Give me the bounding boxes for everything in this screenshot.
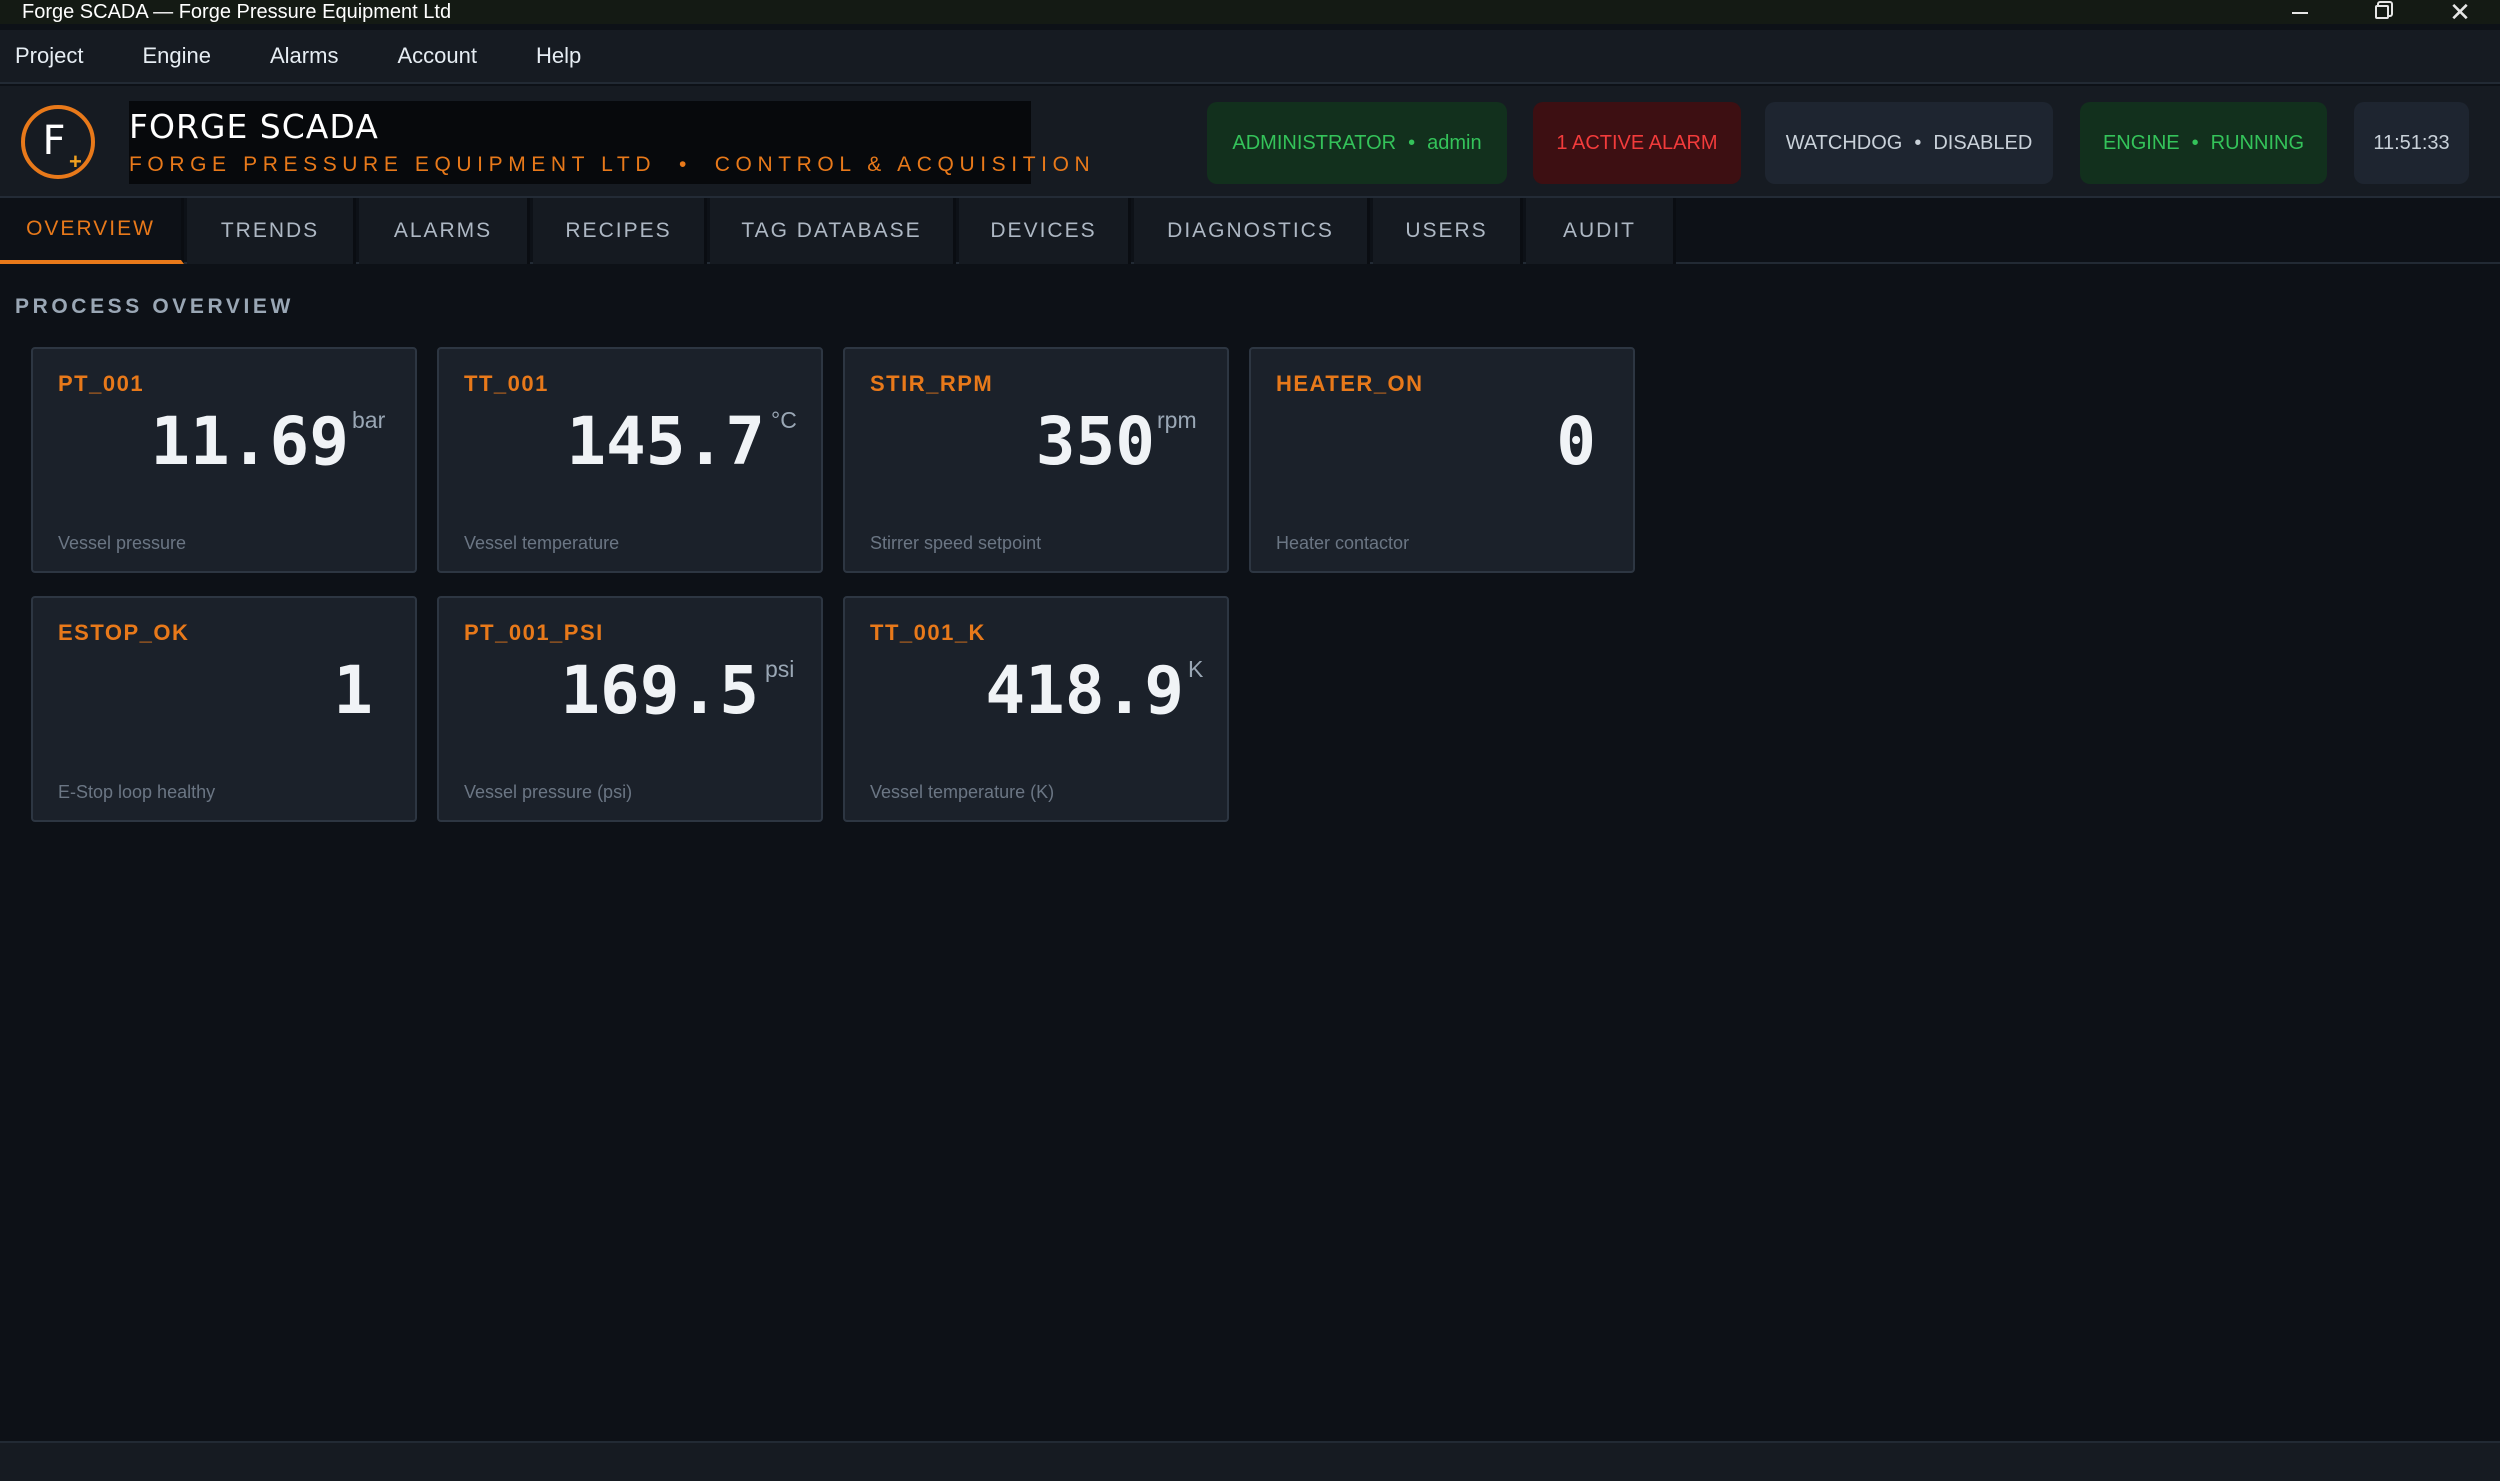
tag-description: Stirrer speed setpoint [870,533,1042,553]
tag-card[interactable]: HEATER_ON 0 Heater contactor [1249,347,1635,573]
tag-value: 169.5 [560,652,759,729]
watchdog-status-badge[interactable]: WATCHDOG • DISABLED [1765,102,2053,184]
separator-dot: • [1408,131,1416,154]
main-tabs: OVERVIEW TRENDS ALARMS RECIPES TAG DATAB… [0,198,2500,264]
tag-value: 11.69 [150,403,349,480]
watchdog-state: DISABLED [1933,131,2033,154]
menu-bar: Project Engine Alarms Account Help [0,30,2500,84]
menu-account[interactable]: Account [382,43,507,69]
menu-help[interactable]: Help [521,43,611,69]
tag-unit: °C [771,407,797,433]
tag-value: 350 [1035,403,1155,480]
tab-overview[interactable]: OVERVIEW [0,198,184,264]
tab-devices[interactable]: DEVICES [959,198,1131,264]
app-subtitle: FORGE PRESSURE EQUIPMENT LTD • CONTROL &… [129,153,1096,176]
tag-name: PT_001_PSI [464,620,604,645]
window-title-bar: Forge SCADA — Forge Pressure Equipment L… [0,0,2500,27]
forge-logo-icon: F + [21,105,95,179]
menu-project[interactable]: Project [0,43,113,69]
tag-name: TT_001 [464,371,549,396]
tab-diagnostics[interactable]: DIAGNOSTICS [1134,198,1370,264]
user-role: ADMINISTRATOR [1232,131,1397,154]
tag-card[interactable]: ESTOP_OK 1 E-Stop loop healthy [31,596,417,822]
tag-unit: K [1188,656,1204,682]
menu-alarms[interactable]: Alarms [255,43,368,69]
active-alarm-badge[interactable]: 1 ACTIVE ALARM [1533,102,1741,184]
logo-letter: F [42,118,66,164]
tag-card[interactable]: TT_001_K 418.9 K Vessel temperature (K) [843,596,1229,822]
tag-card[interactable]: PT_001 11.69 bar Vessel pressure [31,347,417,573]
close-button[interactable]: ✕ [2420,0,2500,27]
tag-value: 145.7 [566,403,765,480]
tag-value: 1 [333,652,373,729]
brand-block: FORGE SCADA FORGE PRESSURE EQUIPMENT LTD… [129,101,1090,184]
active-alarm-text: 1 ACTIVE ALARM [1556,131,1718,154]
tag-card[interactable]: STIR_RPM 350 rpm Stirrer speed setpoint [843,347,1229,573]
close-icon: ✕ [2449,0,2471,27]
menu-engine[interactable]: Engine [127,43,241,69]
tag-value: 418.9 [985,652,1184,729]
tag-description: Heater contactor [1276,533,1410,553]
status-bar [0,1441,2500,1481]
user-role-badge[interactable]: ADMINISTRATOR • admin [1207,102,1507,184]
engine-state: RUNNING [2210,131,2305,154]
user-name: admin [1427,131,1482,154]
tag-name: TT_001_K [870,620,986,645]
restore-icon [2375,5,2389,19]
tab-audit[interactable]: AUDIT [1526,198,1676,264]
maximize-button[interactable] [2340,0,2420,24]
tag-description: E-Stop loop healthy [58,782,216,802]
tag-name: STIR_RPM [870,371,994,396]
app-header: F + FORGE SCADA FORGE PRESSURE EQUIPMENT… [0,86,2500,198]
engine-label: ENGINE [2102,131,2180,154]
engine-status-badge[interactable]: ENGINE • RUNNING [2080,102,2327,184]
minimize-icon [2292,12,2308,14]
tag-description: Vessel temperature (K) [870,782,1055,802]
tag-name: PT_001 [58,371,145,396]
tag-unit: rpm [1157,407,1197,433]
tag-card[interactable]: TT_001 145.7 °C Vessel temperature [437,347,823,573]
section-title: PROCESS OVERVIEW [15,295,294,318]
separator-dot: • [2191,131,2199,154]
minimize-button[interactable] [2260,0,2340,24]
tag-unit: bar [352,407,386,433]
tab-alarms[interactable]: ALARMS [359,198,530,264]
watchdog-label: WATCHDOG [1785,131,1903,154]
window-controls: ✕ [2260,0,2500,27]
tag-description: Vessel pressure [58,533,187,553]
tag-name: HEATER_ON [1276,371,1424,396]
tag-unit: psi [765,656,795,682]
logo-plus-icon: + [69,149,82,174]
separator-dot: • [1914,131,1922,154]
tab-recipes[interactable]: RECIPES [533,198,707,264]
tab-tag-database[interactable]: TAG DATABASE [710,198,956,264]
tag-description: Vessel temperature [464,533,620,553]
tab-trends[interactable]: TRENDS [187,198,356,264]
clock-time: 11:51:33 [2373,131,2450,154]
window-title: Forge SCADA — Forge Pressure Equipment L… [22,0,452,23]
tag-name: ESTOP_OK [58,620,190,645]
clock-badge: 11:51:33 [2354,102,2469,184]
tag-description: Vessel pressure (psi) [464,782,633,802]
app-title: FORGE SCADA [129,107,379,146]
tag-card[interactable]: PT_001_PSI 169.5 psi Vessel pressure (ps… [437,596,823,822]
tag-value: 0 [1556,403,1596,480]
tab-users[interactable]: USERS [1373,198,1523,264]
